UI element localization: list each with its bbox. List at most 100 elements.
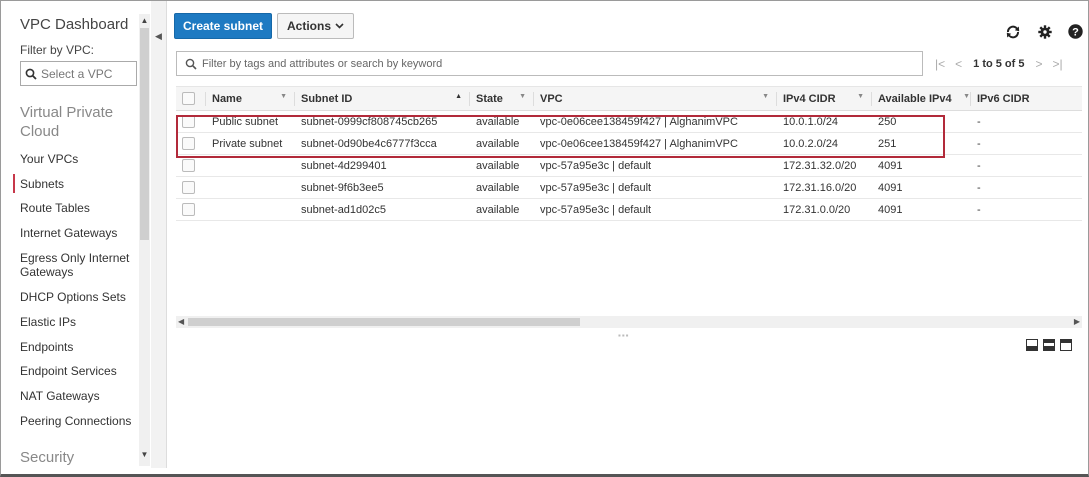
cell-state: available [470,198,534,221]
pagination: |< < 1 to 5 of 5 > >| [930,51,1068,76]
cell-vpc: vpc-0e06cee138459f427 | AlghanimVPC [534,110,777,133]
last-page-icon[interactable]: >| [1053,57,1063,71]
scroll-up-arrow-icon[interactable]: ▲ [139,16,150,25]
refresh-icon[interactable] [1005,24,1021,40]
scroll-down-arrow-icon[interactable]: ▼ [139,450,150,459]
sort-icon[interactable]: ▼ [519,93,526,100]
layout-top-icon[interactable] [1060,339,1072,351]
row-checkbox[interactable] [182,115,195,128]
scroll-left-arrow-icon[interactable]: ◀ [178,316,184,328]
cell-state: available [470,154,534,177]
sidebar-item-subnets[interactable]: Subnets [13,174,135,193]
create-subnet-button[interactable]: Create subnet [174,13,272,39]
cell-ipv6-cidr: - [971,176,1082,199]
scroll-right-arrow-icon[interactable]: ▶ [1074,316,1080,328]
column-header-subnet-id[interactable]: Subnet ID ▲ [295,86,470,111]
cell-state: available [470,132,534,155]
cell-available-ipv4: 251 [872,132,971,155]
select-all-checkbox[interactable] [182,92,195,105]
layout-split-icon[interactable] [1043,339,1055,351]
cell-available-ipv4: 4091 [872,198,971,221]
sidebar-collapse-bar[interactable]: ◀ [151,1,167,468]
column-header-vpc[interactable]: VPC ▼ [534,86,777,111]
sidebar-item-your-vpcs[interactable]: Your VPCs [20,152,135,166]
row-checkbox[interactable] [182,137,195,150]
gear-icon[interactable] [1038,25,1052,39]
sidebar-title[interactable]: VPC Dashboard [20,16,128,33]
table-row[interactable]: Public subnet subnet-0999cf808745cb265 a… [176,110,1082,133]
first-page-icon[interactable]: |< [935,57,945,71]
help-icon[interactable]: ? [1068,24,1083,39]
table-row[interactable]: subnet-4d299401 available vpc-57a95e3c |… [176,154,1082,177]
sidebar-item-internet-gateways[interactable]: Internet Gateways [20,226,135,240]
row-checkbox[interactable] [182,181,195,194]
svg-text:?: ? [1072,27,1079,39]
cell-name: Public subnet [206,110,295,133]
cell-subnet-id: subnet-4d299401 [295,154,470,177]
table-row[interactable]: Private subnet subnet-0d90be4c6777f3cca … [176,132,1082,155]
prev-page-icon[interactable]: < [955,57,962,71]
table-header-row: Name ▼ Subnet ID ▲ State ▼ VPC ▼ IPv4 CIDR ▼ … [176,86,1082,111]
search-filter-input[interactable]: Filter by tags and attributes or search … [176,51,923,76]
next-page-icon[interactable]: > [1035,57,1042,71]
collapse-left-icon[interactable]: ◀ [155,31,162,42]
sidebar-item-endpoint-services[interactable]: Endpoint Services [20,364,135,378]
sort-icon[interactable]: ▼ [762,93,769,100]
sidebar-scrollbar[interactable]: ▲ ▼ [139,14,150,466]
actions-label: Actions [286,19,331,33]
row-checkbox-cell [176,132,206,155]
row-checkbox[interactable] [182,159,195,172]
sidebar-item-elastic-ips[interactable]: Elastic IPs [20,315,135,329]
search-filter-placeholder: Filter by tags and attributes or search … [202,57,443,70]
sort-icon[interactable]: ▼ [963,93,970,100]
resize-handle-icon[interactable]: ▪▪▪ [618,331,630,340]
layout-toggle-group [1026,339,1072,351]
cell-name [206,198,295,221]
cell-name [206,154,295,177]
sort-icon[interactable]: ▼ [857,93,864,100]
sidebar-item-egress-only-internet-gateways[interactable]: Egress Only Internet Gateways [20,251,135,279]
table-row[interactable]: subnet-ad1d02c5 available vpc-57a95e3c |… [176,198,1082,221]
create-subnet-label: Create subnet [182,19,264,33]
column-header-ipv6-cidr[interactable]: IPv6 CIDR [971,86,1082,111]
table-horizontal-scrollbar[interactable]: ◀ ▶ [176,316,1082,328]
cell-ipv4-cidr: 10.0.1.0/24 [777,110,872,133]
sort-icon[interactable]: ▼ [280,93,287,100]
chevron-down-icon [335,23,344,29]
cell-ipv4-cidr: 172.31.32.0/20 [777,154,872,177]
sidebar-item-endpoints[interactable]: Endpoints [20,340,135,354]
column-header-label: IPv6 CIDR [977,92,1030,105]
sidebar-item-nat-gateways[interactable]: NAT Gateways [20,389,135,403]
cell-name [206,176,295,199]
column-header-name[interactable]: Name ▼ [206,86,295,111]
column-header-label: Available IPv4 [878,92,952,105]
cell-subnet-id: subnet-0d90be4c6777f3cca [295,132,470,155]
sidebar-item-peering-connections[interactable]: Peering Connections [20,414,135,428]
column-header-state[interactable]: State ▼ [470,86,534,111]
search-icon [185,58,197,70]
actions-button[interactable]: Actions [277,13,354,39]
select-all-cell [176,86,206,111]
vpc-select[interactable]: Select a VPC [20,61,137,86]
cell-vpc: vpc-57a95e3c | default [534,176,777,199]
column-header-label: IPv4 CIDR [783,92,836,105]
row-checkbox-cell [176,154,206,177]
table-scrollbar-thumb[interactable] [188,318,580,326]
column-header-label: VPC [540,92,563,105]
vpc-select-placeholder: Select a VPC [41,66,113,81]
row-checkbox-cell [176,198,206,221]
column-header-available-ipv4[interactable]: Available IPv4 ▼ [872,86,971,111]
table-row[interactable]: subnet-9f6b3ee5 available vpc-57a95e3c |… [176,176,1082,199]
search-icon [25,68,37,80]
sidebar-scrollbar-thumb[interactable] [140,28,149,240]
row-checkbox[interactable] [182,203,195,216]
column-header-ipv4-cidr[interactable]: IPv4 CIDR ▼ [777,86,872,111]
sidebar-item-dhcp-options-sets[interactable]: DHCP Options Sets [20,290,135,304]
layout-bottom-icon[interactable] [1026,339,1038,351]
cell-ipv4-cidr: 10.0.2.0/24 [777,132,872,155]
cell-state: available [470,176,534,199]
cell-available-ipv4: 250 [872,110,971,133]
sort-ascending-icon[interactable]: ▲ [455,93,462,100]
sidebar-item-route-tables[interactable]: Route Tables [20,201,135,215]
cell-ipv6-cidr: - [971,198,1082,221]
